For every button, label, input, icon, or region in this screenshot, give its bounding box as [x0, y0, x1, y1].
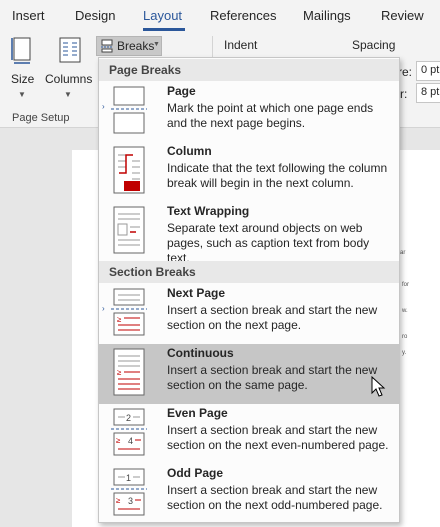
- page-text-fragment: w.: [402, 308, 408, 314]
- size-icon[interactable]: [10, 36, 34, 66]
- svg-text:≥: ≥: [117, 368, 122, 377]
- tab-mailings[interactable]: Mailings: [303, 8, 351, 23]
- size-dropdown-icon[interactable]: ▼: [18, 90, 26, 99]
- tab-design[interactable]: Design: [75, 8, 115, 23]
- columns-dropdown-icon[interactable]: ▼: [64, 90, 72, 99]
- menu-item-title: Page: [167, 84, 196, 98]
- page-break-icon: [111, 86, 147, 134]
- next-page-section-icon: ≥: [111, 288, 147, 336]
- selection-marker-icon: ›: [102, 102, 105, 111]
- page-setup-group-label: Page Setup: [12, 112, 70, 124]
- continuous-section-icon: ≥: [113, 348, 145, 396]
- menu-item-title: Text Wrapping: [167, 204, 250, 218]
- even-page-number-top: 2: [126, 413, 131, 423]
- menu-item-title: Column: [167, 144, 212, 158]
- even-page-section-icon: 2 ≥ 4: [111, 408, 147, 456]
- menu-item-title: Odd Page: [167, 466, 224, 480]
- tab-layout[interactable]: Layout: [143, 8, 182, 23]
- odd-page-number-bottom: 3: [128, 496, 133, 506]
- breaks-dropdown-menu: Page Breaks › Page Mark the point at whi…: [98, 57, 400, 523]
- breaks-icon: [101, 39, 113, 53]
- svg-text:≥: ≥: [116, 436, 121, 445]
- menu-item-continuous-section[interactable]: ≥ Continuous Insert a section break and …: [99, 344, 399, 404]
- indent-label: Indent: [224, 38, 258, 52]
- odd-page-number-top: 1: [126, 473, 131, 483]
- menu-item-title: Even Page: [167, 406, 228, 420]
- menu-item-description: Mark the point at which one page ends an…: [167, 101, 374, 130]
- menu-item-description: Insert a section break and start the new…: [167, 363, 378, 392]
- menu-item-text-wrapping-break[interactable]: Text Wrapping Separate text around objec…: [99, 202, 399, 265]
- menu-item-page-break[interactable]: › Page Mark the point at which one page …: [99, 82, 399, 142]
- column-break-icon: [113, 146, 145, 194]
- selection-marker-icon: ›: [102, 304, 105, 313]
- page-text-fragment: ar: [400, 250, 406, 256]
- section-breaks-header: Section Breaks: [99, 261, 399, 283]
- odd-page-section-icon: 1 ≥ 3: [111, 468, 147, 516]
- breaks-label: Breaks: [117, 39, 155, 53]
- ribbon-tab-bar: Insert Design Layout References Mailings…: [0, 0, 440, 32]
- tab-references[interactable]: References: [210, 8, 276, 23]
- svg-text:≥: ≥: [116, 496, 121, 505]
- spacing-before-input[interactable]: 0 pt: [416, 61, 440, 81]
- even-page-number-bottom: 4: [128, 436, 133, 446]
- columns-button[interactable]: Columns: [45, 72, 92, 86]
- mouse-cursor-icon: [371, 376, 386, 397]
- menu-item-title: Continuous: [167, 346, 234, 360]
- active-tab-indicator: [143, 28, 185, 31]
- menu-item-description: Insert a section break and start the new…: [167, 303, 378, 332]
- breaks-dropdown-icon: ▼: [153, 41, 160, 48]
- page-breaks-header: Page Breaks: [99, 59, 399, 81]
- menu-item-description: Indicate that the text following the col…: [167, 161, 388, 190]
- spacing-before-label: re:: [398, 65, 413, 79]
- menu-item-next-page-section[interactable]: › ≥ Next Page Insert a section break and…: [99, 284, 399, 344]
- page-text-fragment: ro: [402, 334, 408, 340]
- breaks-button[interactable]: Breaks ▼: [96, 36, 162, 56]
- text-wrapping-break-icon: [113, 206, 145, 254]
- tab-insert[interactable]: Insert: [12, 8, 45, 23]
- page-text-fragment: y.: [402, 350, 407, 356]
- menu-item-odd-page-section[interactable]: 1 ≥ 3 Odd Page Insert a section break an…: [99, 464, 399, 524]
- page-text-fragment: for: [402, 282, 410, 288]
- menu-item-even-page-section[interactable]: 2 ≥ 4 Even Page Insert a section break a…: [99, 404, 399, 464]
- svg-text:≥: ≥: [117, 315, 122, 324]
- menu-item-title: Next Page: [167, 286, 226, 300]
- menu-item-description: Insert a section break and start the new…: [167, 483, 383, 512]
- menu-item-description: Separate text around objects on web page…: [167, 221, 370, 265]
- spacing-after-input[interactable]: 8 pt: [416, 83, 440, 103]
- size-button[interactable]: Size: [11, 72, 34, 86]
- menu-item-description: Insert a section break and start the new…: [167, 423, 389, 452]
- menu-item-column-break[interactable]: Column Indicate that the text following …: [99, 142, 399, 202]
- columns-icon[interactable]: [57, 36, 83, 66]
- tab-review[interactable]: Review: [381, 8, 424, 23]
- spacing-after-label: r:: [400, 87, 408, 101]
- spacing-label: Spacing: [352, 38, 396, 52]
